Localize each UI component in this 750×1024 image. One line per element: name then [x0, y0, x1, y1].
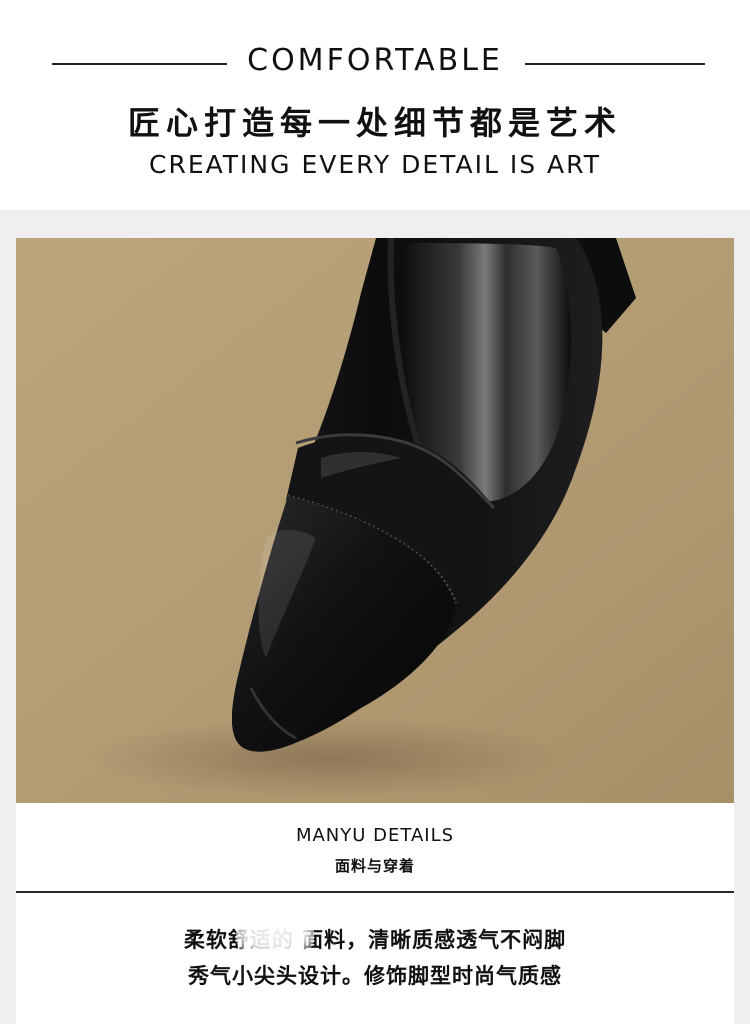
details-title: MANYU DETAILS	[295, 825, 455, 846]
details-subtitle: 面料与穿着	[334, 857, 415, 875]
details-body-line-1: 柔软舒适的 面料，清晰质感透气不闷脚	[183, 928, 567, 952]
details-card: MANYU DETAILS 面料与穿着 柔软舒适的 面料，清晰质感透气不闷脚 秀…	[16, 803, 734, 1024]
title-en: COMFORTABLE	[247, 43, 503, 78]
details-divider	[16, 891, 734, 893]
header-section: COMFORTABLE 匠心打造每一处细节都是艺术 CREATING EVERY…	[0, 0, 750, 210]
shoe-shadow	[86, 718, 566, 798]
title-cn: 匠心打造每一处细节都是艺术	[127, 104, 622, 142]
text-smudge	[236, 917, 314, 953]
product-photo	[16, 238, 734, 803]
subtitle-en: CREATING EVERY DETAIL IS ART	[149, 150, 601, 179]
product-detail-page: COMFORTABLE 匠心打造每一处细节都是艺术 CREATING EVERY…	[0, 0, 750, 1024]
details-body-line-2: 秀气小尖头设计。修饰脚型时尚气质感	[188, 964, 562, 988]
shoe-illustration	[16, 238, 734, 803]
